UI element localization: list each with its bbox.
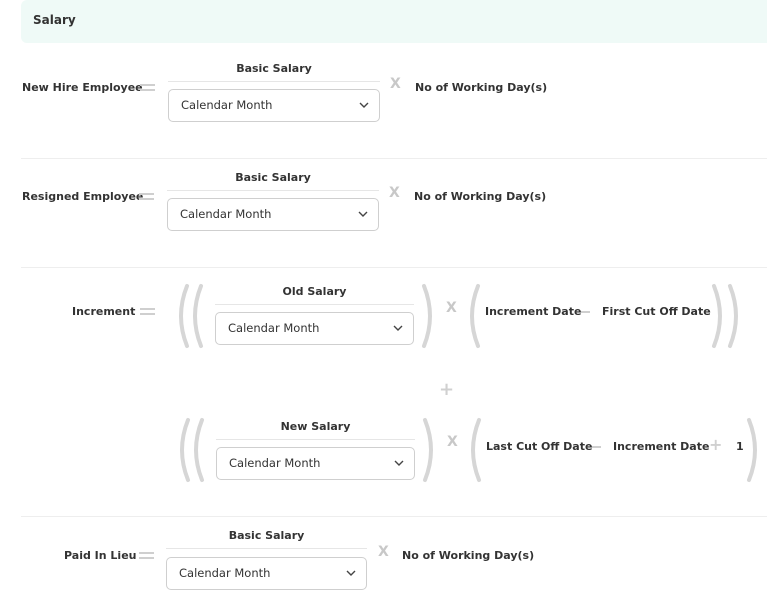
minus-icon [581, 311, 590, 313]
select-value: Calendar Month [228, 321, 320, 335]
select-value: Calendar Month [229, 456, 321, 470]
salary-basis-select-old-salary[interactable]: Calendar Month [215, 312, 414, 345]
term-increment-date: Increment Date [485, 305, 582, 318]
section-header: Salary [21, 0, 767, 43]
block-divider [168, 81, 380, 82]
select-value: Calendar Month [180, 207, 272, 221]
chevron-down-icon [394, 460, 404, 466]
term-one: 1 [736, 440, 744, 453]
open-paren-icon [471, 418, 481, 482]
term-first-cut-off-date: First Cut Off Date [602, 305, 711, 318]
equals-icon [140, 307, 155, 316]
block-divider [167, 190, 379, 191]
block-title-old-salary: Old Salary [282, 285, 347, 298]
double-close-paren-icon [712, 284, 738, 348]
block-divider [166, 548, 367, 549]
row-label-resigned: Resigned Employee [22, 190, 144, 203]
double-open-paren-icon [179, 284, 203, 348]
row-label-increment: Increment [72, 305, 136, 318]
salary-basis-select-paid-in-lieu[interactable]: Calendar Month [166, 557, 367, 590]
block-title-new-salary: New Salary [280, 420, 351, 433]
row-label-paid-in-lieu: Paid In Lieu [64, 549, 137, 562]
salary-basis-select-new-salary[interactable]: Calendar Month [216, 447, 415, 480]
chevron-down-icon [358, 211, 368, 217]
term-working-days: No of Working Day(s) [402, 549, 535, 562]
select-value: Calendar Month [181, 98, 273, 112]
times-icon: X [390, 76, 401, 92]
equals-icon [139, 192, 154, 201]
chevron-down-icon [393, 325, 403, 331]
row-divider [21, 267, 767, 268]
block-title-basic-salary: Basic Salary [228, 529, 305, 542]
term-last-cut-off-date: Last Cut Off Date [486, 440, 593, 453]
minus-icon [592, 446, 601, 448]
close-paren-icon [747, 418, 757, 482]
salary-basis-select-resigned[interactable]: Calendar Month [167, 198, 379, 231]
block-title-basic-salary: Basic Salary [236, 62, 312, 75]
chevron-down-icon [359, 102, 369, 108]
salary-basis-select-new-hire[interactable]: Calendar Month [168, 89, 380, 122]
plus-icon: + [709, 435, 723, 454]
section-title: Salary [33, 13, 76, 27]
select-value: Calendar Month [179, 566, 271, 580]
close-paren-icon [423, 418, 433, 482]
block-title-basic-salary: Basic Salary [235, 171, 311, 184]
equals-icon [139, 551, 154, 560]
times-icon: X [389, 185, 400, 201]
open-paren-icon [470, 284, 480, 348]
row-divider [21, 516, 767, 517]
times-icon: X [378, 544, 389, 560]
row-divider [21, 158, 767, 159]
term-increment-date: Increment Date [613, 440, 710, 453]
block-divider [216, 439, 415, 440]
plus-icon: + [439, 379, 455, 400]
term-working-days: No of Working Day(s) [415, 81, 548, 94]
close-paren-icon [422, 284, 432, 348]
term-working-days: No of Working Day(s) [414, 190, 547, 203]
chevron-down-icon [346, 570, 356, 576]
equals-icon [140, 83, 155, 92]
row-label-new-hire: New Hire Employee [22, 81, 143, 94]
double-open-paren-icon [180, 418, 204, 482]
times-icon: X [446, 300, 457, 316]
times-icon: X [447, 434, 458, 450]
block-divider [215, 304, 414, 305]
